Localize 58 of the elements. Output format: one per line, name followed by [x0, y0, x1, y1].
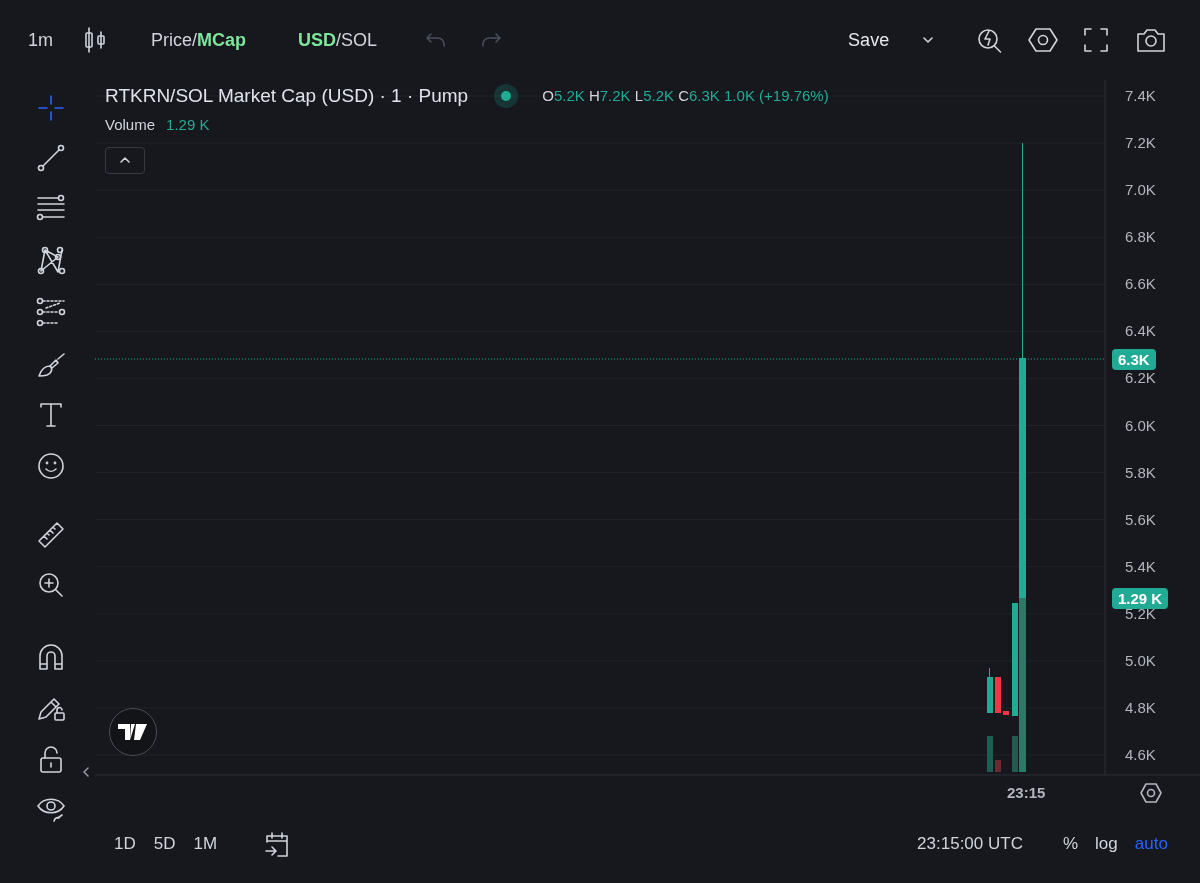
price-axis-label: 7.2K	[1125, 135, 1156, 151]
camera-icon[interactable]	[1135, 26, 1168, 54]
candle	[987, 667, 993, 713]
price-axis-label: 5.8K	[1125, 464, 1156, 480]
price-axis-label: 6.2K	[1125, 370, 1156, 386]
crosshair-icon[interactable]	[36, 93, 66, 123]
collapse-toolbar-icon[interactable]	[82, 766, 90, 778]
chart-title: RTKRN/SOL Market Cap (USD) · 1 · Pump	[105, 83, 469, 108]
scale-option[interactable]: log	[1095, 831, 1118, 857]
trend-line-icon[interactable]	[36, 143, 66, 173]
price-axis-label: 5.0K	[1125, 652, 1156, 668]
volume-bar	[995, 760, 1001, 772]
price-axis-label: 4.6K	[1125, 747, 1156, 762]
caret-icon[interactable]	[921, 35, 936, 45]
price-axis-label: 6.4K	[1125, 323, 1156, 339]
range-button[interactable]: 1D	[114, 831, 136, 857]
zoom-in-icon[interactable]	[36, 570, 66, 600]
collapse-button[interactable]	[105, 146, 145, 174]
fib-levels-icon[interactable]	[36, 297, 66, 327]
volume-value: 1.29 K	[166, 115, 210, 135]
time-axis-label: 23:15	[1007, 785, 1046, 800]
smiley-icon[interactable]	[36, 451, 66, 481]
range-button[interactable]: 5D	[153, 831, 176, 857]
ruler-icon[interactable]	[36, 520, 66, 550]
price-axis-label: 7.4K	[1125, 88, 1156, 103]
candlestick-icon[interactable]	[83, 26, 107, 54]
price-axis-label: 6.8K	[1125, 229, 1156, 245]
range-button[interactable]: 1M	[193, 831, 218, 857]
chevron-up-icon	[118, 156, 132, 164]
scale-option[interactable]: %	[1062, 831, 1079, 857]
candle	[995, 677, 1001, 713]
fullscreen-icon[interactable]	[1083, 27, 1110, 53]
price-axis-label: 6.6K	[1125, 276, 1156, 292]
pattern-icon[interactable]	[36, 245, 66, 275]
save-button[interactable]: Save	[848, 26, 890, 54]
price-mcap-toggle[interactable]: Price/MCap	[151, 26, 247, 54]
clock-label: 23:15:00 UTC	[917, 833, 1023, 856]
candle	[1003, 711, 1009, 715]
volume-badge: 1.29 K	[1112, 588, 1169, 609]
magnet-icon[interactable]	[36, 642, 66, 672]
volume-label: Volume	[105, 115, 156, 135]
interval-button[interactable]: 1m	[28, 26, 53, 54]
price-axis-label: 6.0K	[1125, 417, 1156, 433]
brush-icon[interactable]	[36, 350, 66, 380]
currency-toggle[interactable]: USD/SOL	[298, 26, 378, 54]
status-icon	[494, 84, 519, 108]
price-axis-label: 7.0K	[1125, 182, 1156, 198]
volume-bar	[987, 736, 993, 772]
logo-icon	[109, 708, 157, 756]
price-axis-label: 5.6K	[1125, 511, 1156, 527]
horizontal-lines-icon[interactable]	[36, 193, 66, 223]
price-badge: 6.3K	[1112, 349, 1156, 370]
price-axis-label: 5.4K	[1125, 558, 1156, 574]
price-axis-label: 4.8K	[1125, 699, 1156, 715]
scale-option[interactable]: auto	[1134, 831, 1168, 857]
ohlc-values: O5.2K H7.2K L5.2K C6.3K 1.0K (+19.76%)	[542, 85, 829, 106]
settings-icon[interactable]	[1027, 26, 1060, 54]
settings-icon[interactable]	[1139, 782, 1163, 804]
